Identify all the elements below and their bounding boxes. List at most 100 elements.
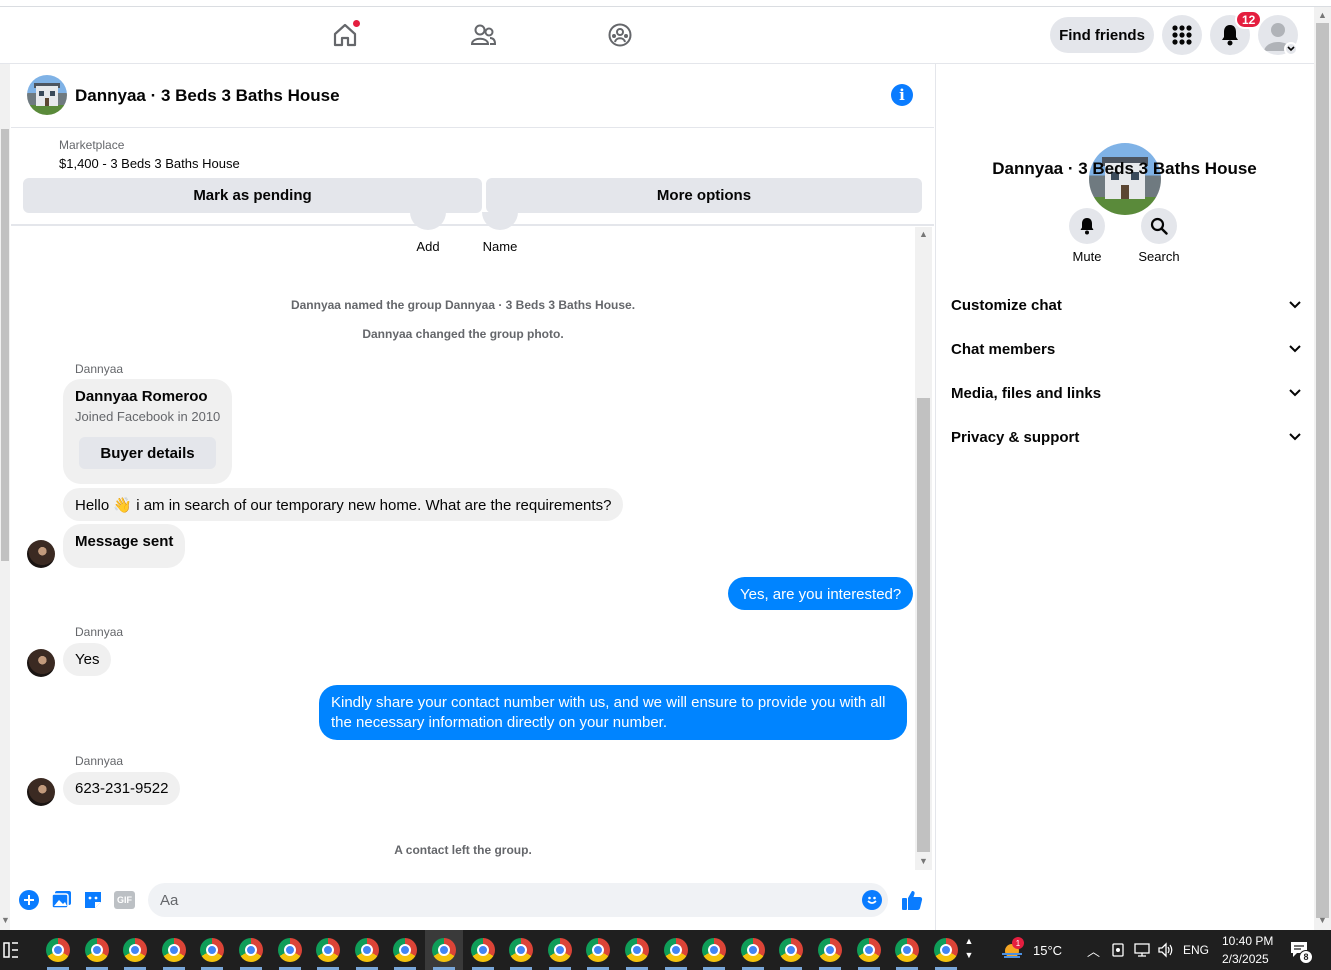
taskbar-chrome-window[interactable]	[386, 930, 424, 970]
sticker-icon[interactable]	[83, 890, 103, 910]
message-line: Kindly share your contact number with us…	[331, 694, 886, 711]
menu-grid-icon[interactable]	[1162, 15, 1202, 55]
taskbar-chrome-window[interactable]	[927, 930, 965, 970]
message-input-placeholder[interactable]: Aa	[160, 892, 178, 909]
name-group-button[interactable]	[482, 212, 518, 230]
taskbar-chrome-window[interactable]	[348, 930, 386, 970]
outgoing-message[interactable]: Yes, are you interested?	[728, 577, 914, 610]
taskbar-chrome-window[interactable]	[579, 930, 617, 970]
home-notification-dot	[352, 19, 361, 28]
chat-scrollbar-thumb[interactable]	[917, 398, 930, 852]
chat-scroll-down-arrow-icon[interactable]: ▼	[919, 856, 928, 866]
chrome-icon	[200, 938, 225, 962]
chrome-icon	[277, 938, 302, 962]
buyer-joined: Joined Facebook in 2010	[75, 409, 221, 424]
group-photo[interactable]	[27, 75, 67, 115]
taskbar-chrome-window[interactable]	[734, 930, 772, 970]
incoming-message[interactable]: Hello 👋 i am in search of our temporary …	[63, 488, 624, 521]
sender-name: Dannyaa	[75, 754, 124, 768]
sender-avatar[interactable]	[27, 540, 55, 568]
network-icon[interactable]	[1133, 942, 1151, 958]
chat-scroll-up-arrow-icon[interactable]: ▲	[919, 229, 928, 239]
taskbar-chrome-window[interactable]	[271, 930, 309, 970]
device-icon[interactable]	[1111, 942, 1125, 958]
add-member-button[interactable]	[410, 212, 446, 230]
search-icon[interactable]	[1141, 208, 1177, 244]
taskbar-chrome-window[interactable]	[695, 930, 733, 970]
media-files-links-section[interactable]: Media, files and links	[951, 373, 1301, 413]
task-view-icon[interactable]	[3, 941, 19, 959]
gif-icon[interactable]: GIF	[114, 891, 135, 909]
listing-price-title[interactable]: $1,400 - 3 Beds 3 Baths House	[59, 156, 240, 171]
buyer-name: Dannyaa Romeroo	[75, 388, 208, 405]
section-label: Privacy & support	[951, 428, 1080, 446]
like-thumbs-up-icon[interactable]	[900, 888, 924, 912]
mark-as-pending-button[interactable]: Mark as pending	[23, 178, 482, 213]
buyer-details-button[interactable]: Buyer details	[79, 437, 216, 469]
taskbar-chrome-window[interactable]	[193, 930, 231, 970]
taskbar-chrome-window[interactable]	[541, 930, 579, 970]
chrome-icon	[625, 938, 649, 962]
temperature[interactable]: 15°C	[1033, 943, 1062, 958]
clock-time[interactable]: 10:40 PM	[1222, 934, 1273, 948]
taskbar-chrome-window[interactable]	[116, 930, 154, 970]
chrome-icon	[46, 938, 70, 962]
incoming-message[interactable]: 623-231-9522	[63, 772, 181, 805]
chevron-down-icon[interactable]	[1284, 42, 1298, 56]
volume-icon[interactable]	[1157, 942, 1175, 958]
incoming-message[interactable]: Yes	[63, 643, 112, 676]
sender-avatar[interactable]	[27, 778, 55, 806]
info-icon[interactable]: i	[891, 84, 913, 106]
taskbar-chrome-window[interactable]	[39, 930, 77, 970]
scroll-up-arrow-icon[interactable]: ▲	[1318, 10, 1327, 20]
notification-count-badge: 12	[1235, 10, 1263, 29]
chat-title[interactable]: Dannyaa · 3 Beds 3 Baths House	[75, 86, 340, 106]
divider	[11, 225, 934, 226]
taskbar-chrome-window[interactable]	[464, 930, 502, 970]
taskbar-chrome-window[interactable]	[618, 930, 656, 970]
taskbar-chrome-window[interactable]	[425, 930, 463, 970]
chrome-icon	[663, 938, 688, 962]
chevron-up-icon[interactable]: ︿	[1087, 941, 1100, 960]
left-scrollbar[interactable]	[0, 64, 10, 930]
group-photo-large[interactable]	[1089, 143, 1161, 215]
chrome-icon	[586, 938, 611, 962]
chrome-icon	[470, 938, 495, 962]
taskbar-chrome-window[interactable]	[155, 930, 193, 970]
groups-icon[interactable]	[600, 15, 640, 55]
chat-members-section[interactable]: Chat members	[951, 329, 1301, 369]
friends-icon[interactable]	[463, 15, 503, 55]
taskbar-chrome-window[interactable]	[502, 930, 540, 970]
customize-chat-section[interactable]: Customize chat	[951, 285, 1301, 325]
taskbar-chrome-window[interactable]	[309, 930, 347, 970]
taskbar-chrome-window[interactable]	[772, 930, 810, 970]
language-indicator[interactable]: ENG	[1183, 943, 1209, 957]
more-options-button[interactable]: More options	[486, 178, 922, 213]
photo-attach-icon[interactable]	[51, 890, 73, 910]
outgoing-message[interactable]: Kindly share your contact number with us…	[319, 685, 907, 740]
message-sent-bubble[interactable]: Message sent	[63, 524, 186, 568]
taskbar-chrome-window[interactable]	[78, 930, 116, 970]
taskbar-chrome-window[interactable]	[811, 930, 849, 970]
chrome-icon	[393, 938, 418, 962]
add-plus-icon[interactable]	[19, 890, 39, 910]
page-scrollbar-thumb[interactable]	[1316, 23, 1329, 918]
left-scrollbar-thumb[interactable]	[1, 129, 9, 561]
emoji-icon[interactable]	[862, 890, 882, 910]
section-label: Customize chat	[951, 296, 1062, 314]
find-friends-button[interactable]: Find friends	[1050, 17, 1154, 53]
message-input[interactable]	[148, 883, 888, 917]
chat-scrollbar[interactable]	[915, 227, 932, 870]
page-scrollbar[interactable]	[1314, 7, 1331, 930]
taskbar-chrome-window[interactable]	[657, 930, 695, 970]
taskbar-scroll-icon[interactable]: ▲ ▼	[963, 934, 975, 966]
taskbar-chrome-window[interactable]	[232, 930, 270, 970]
clock-date[interactable]: 2/3/2025	[1222, 952, 1269, 966]
scroll-down-arrow-icon[interactable]: ▼	[1318, 915, 1327, 925]
left-scroll-down-arrow-icon[interactable]: ▼	[1, 915, 10, 925]
privacy-support-section[interactable]: Privacy & support	[951, 417, 1301, 457]
taskbar-chrome-window[interactable]	[888, 930, 926, 970]
mute-bell-icon[interactable]	[1069, 208, 1105, 244]
taskbar-chrome-window[interactable]	[850, 930, 888, 970]
sender-avatar[interactable]	[27, 649, 55, 677]
